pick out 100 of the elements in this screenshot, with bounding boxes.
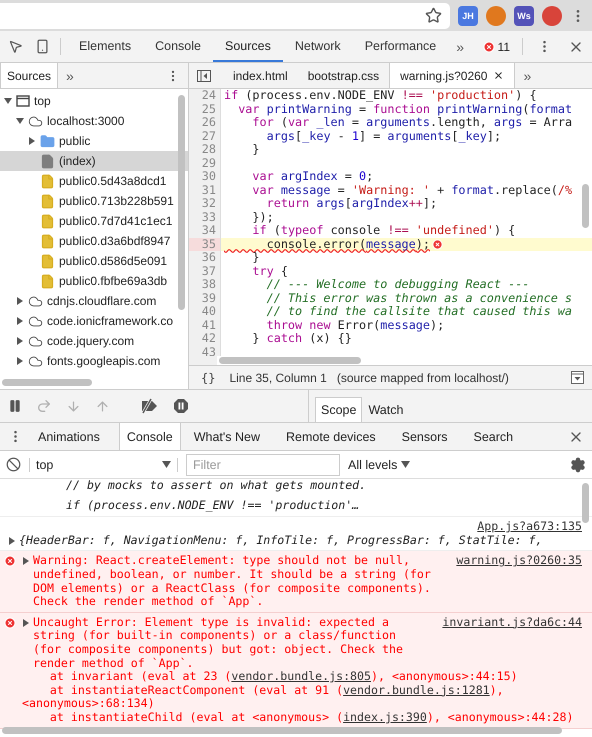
scrollbar[interactable] [178,95,185,310]
drawer-tab[interactable]: Animations [31,423,107,450]
code-line: } [251,143,260,156]
cloud-icon [28,114,43,128]
drawer-tab[interactable]: Sensors [394,423,454,450]
scrollbar[interactable] [2,727,562,734]
expand-arrow-icon[interactable] [8,536,16,545]
source-link[interactable]: App.js?a673:135 [477,520,582,534]
drawer-tab[interactable]: Search [466,423,520,450]
error-icon [4,616,16,629]
more-tabs-button[interactable]: » [515,63,540,88]
pretty-print-button[interactable]: {} [197,370,220,384]
code-line: console.error(message); [266,238,430,251]
tree-item[interactable]: top [0,91,188,111]
stack-trace-line: at invariant (eval at 23 (vendor.bundle.js:805), <anonymous>:44:15) [48,670,519,684]
expand-arrow-icon[interactable] [16,317,24,325]
expand-arrow-icon[interactable] [4,97,12,105]
expand-arrow-icon[interactable] [22,557,30,566]
panel-tab[interactable]: Performance [352,31,448,62]
tree-item[interactable]: public0.d586d5e091 [0,251,188,271]
error-count[interactable]: 11 [498,40,510,54]
settings-icon[interactable] [570,456,586,472]
sidebar-tab[interactable]: Watch [362,397,410,422]
drawer-tab[interactable]: Remote devices [279,423,383,450]
tree-item[interactable]: fonts.googleapis.com [0,351,188,371]
expand-arrow-icon[interactable] [22,618,30,627]
navigator-tab[interactable]: Sources [0,63,58,88]
source-link[interactable]: warning.js?0260:35 [456,554,582,568]
console-text: if (process.env.NODE_ENV !== 'production'… [66,498,360,512]
tree-item[interactable]: public0.d3a6bdf8947 [0,231,188,251]
levels-dropdown[interactable]: All levels [348,458,410,472]
context-select[interactable]: top [29,458,178,472]
filter-field[interactable]: Filter [186,454,340,476]
tree-item[interactable]: (index) [0,151,188,171]
scrollbar[interactable] [219,357,361,364]
sidebar-tab[interactable]: Scope [315,397,362,422]
star-icon[interactable] [425,7,442,24]
pause-exceptions-icon[interactable] [173,398,189,414]
line-number: 39 [189,292,221,305]
extension-icon[interactable] [542,6,562,26]
line-number: 38 [189,278,221,292]
pause-icon[interactable] [8,399,22,413]
dropdown-arrow-icon [162,461,171,468]
file-tab[interactable]: warning.js?0260 [389,63,516,88]
folder-icon [40,134,55,148]
breakpoints-icon[interactable] [139,398,159,414]
tree-item[interactable]: public0.fbfbe69a3db [0,271,188,291]
tree-item[interactable]: public0.713b228b591 [0,191,188,211]
line-number: 41 [189,318,221,332]
console-text: // by mocks to assert on what gets mounted. [66,479,368,493]
line-number: 33 [189,210,221,224]
code-line: try { [251,264,288,278]
device-icon[interactable] [35,39,50,54]
line-number: 34 [189,224,221,238]
expand-arrow-icon[interactable] [16,337,24,345]
tree-item[interactable]: code.ionicframework.co [0,311,188,331]
stack-link[interactable]: vendor.bundle.js:1281 [343,682,490,697]
code-line: if (process.env.NODE_ENV !== 'production') { [224,89,537,102]
tree-item[interactable]: localhost:3000 [0,111,188,131]
drawer-toggle-icon[interactable] [571,371,584,384]
stack-link[interactable]: vendor.bundle.js:805 [231,669,371,684]
file-tab[interactable]: bootstrap.css [298,63,390,88]
tree-item[interactable]: public0.5d43a8dcd1 [0,171,188,191]
panel-tab[interactable]: Elements [67,31,144,62]
expand-arrow-icon[interactable] [28,137,36,145]
stack-trace-line: at instantiateReactComponent (eval at 91 (vendor.bundle.js:1281), <anonymous>:68:134) [22,684,505,711]
tree-item[interactable]: public [0,131,188,151]
file-tab[interactable]: index.html [223,63,298,88]
code-line: var printWarning = function printWarning(format [237,102,572,116]
code-line: for (var _len = arguments.length, args = Arra [251,116,572,130]
stack-link[interactable]: index.js:390 [343,710,427,724]
scrollbar[interactable] [2,379,92,386]
sidebar-toggle-icon[interactable] [197,70,211,82]
frame-icon [16,95,30,107]
clear-console-icon[interactable] [6,457,21,472]
close-icon[interactable] [493,70,504,81]
expand-arrow-icon[interactable] [16,117,24,125]
code-line: return args[argIndex++]; [266,197,438,210]
tree-item[interactable]: code.jquery.com [0,331,188,351]
line-number: 31 [189,184,221,197]
drawer-tab[interactable]: What's New [186,423,268,450]
extension-icon[interactable]: Ws [514,6,534,26]
tree-item[interactable]: public0.7d7d41c1ec1 [0,211,188,231]
tree-item[interactable]: cdnjs.cloudflare.com [0,291,188,311]
line-number: 35 [189,238,221,251]
source-link[interactable]: invariant.js?da6c:44 [442,616,582,630]
expand-arrow-icon[interactable] [16,297,24,305]
inspect-icon[interactable] [8,39,23,54]
panel-tab[interactable]: Console [143,31,213,62]
expand-arrow-icon[interactable] [16,357,24,365]
extension-icon[interactable]: JH [458,6,478,26]
cloud-icon [28,314,43,328]
more-tabs-button[interactable]: » [58,63,82,88]
scrollbar[interactable] [582,184,589,228]
error-icon[interactable] [482,40,495,52]
drawer-tab[interactable]: Console [118,423,181,450]
scrollbar[interactable] [582,483,589,523]
panel-tab[interactable]: Network [282,31,353,62]
file-icon [40,254,55,268]
more-tabs-button[interactable]: » [448,31,472,62]
